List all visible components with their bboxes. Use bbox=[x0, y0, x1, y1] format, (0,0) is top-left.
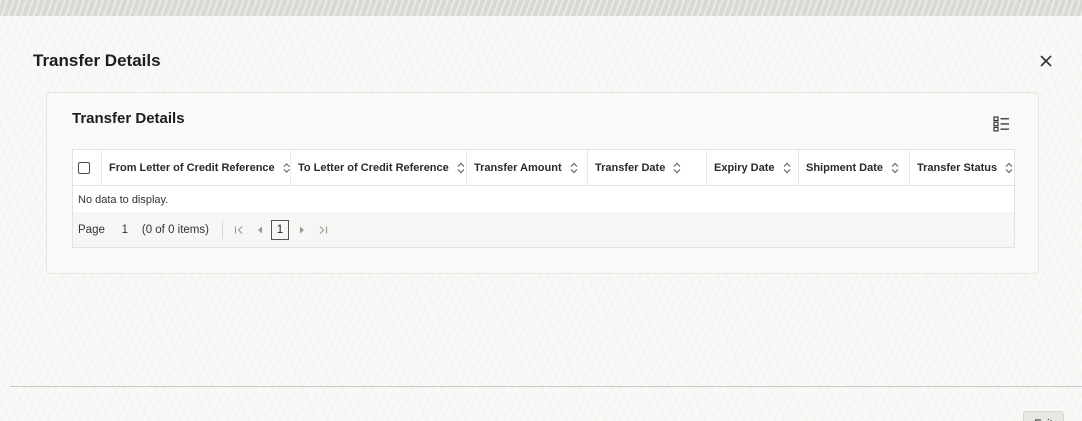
list-view-button[interactable] bbox=[993, 116, 1011, 132]
select-all-cell bbox=[73, 150, 102, 185]
column-header-transfer-date[interactable]: Transfer Date bbox=[588, 150, 707, 185]
page-label: Page bbox=[78, 223, 105, 236]
column-label: Transfer Status bbox=[917, 161, 998, 174]
first-page-icon bbox=[234, 225, 243, 234]
transfer-details-dialog: Transfer Details Transfer Details From L… bbox=[0, 16, 1082, 421]
dialog-title: Transfer Details bbox=[33, 51, 161, 70]
sort-icon bbox=[570, 162, 577, 173]
items-summary: (0 of 0 items) bbox=[141, 223, 209, 236]
transfer-details-table: From Letter of Credit Reference To Lette… bbox=[72, 149, 1015, 248]
page-number-button[interactable]: 1 bbox=[270, 219, 289, 240]
next-page-button[interactable] bbox=[297, 220, 307, 240]
column-label: Shipment Date bbox=[806, 161, 884, 174]
next-page-icon bbox=[299, 226, 304, 233]
column-header-transfer-amount[interactable]: Transfer Amount bbox=[467, 150, 588, 185]
exit-button[interactable]: Exit bbox=[1023, 411, 1064, 421]
column-header-shipment-date[interactable]: Shipment Date bbox=[799, 150, 910, 185]
sort-icon bbox=[457, 162, 465, 173]
footer-divider bbox=[10, 386, 1082, 387]
close-icon bbox=[1040, 55, 1052, 67]
column-label: To Letter of Credit Reference bbox=[298, 161, 449, 174]
transfer-details-section: Transfer Details From Letter of Credit R… bbox=[46, 92, 1039, 274]
list-view-icon bbox=[993, 116, 1009, 132]
table-header-row: From Letter of Credit Reference To Lette… bbox=[73, 150, 1014, 186]
last-page-icon bbox=[319, 225, 328, 234]
close-button[interactable] bbox=[1035, 50, 1057, 72]
column-label: Expiry Date bbox=[714, 161, 775, 174]
empty-table-message: No data to display. bbox=[78, 194, 169, 206]
sort-icon bbox=[673, 162, 681, 173]
top-banner bbox=[0, 0, 1082, 16]
first-page-button[interactable] bbox=[232, 220, 246, 240]
column-label: Transfer Amount bbox=[474, 161, 562, 174]
sort-icon bbox=[1005, 162, 1013, 173]
previous-page-icon bbox=[257, 226, 262, 233]
column-header-from-lc-reference[interactable]: From Letter of Credit Reference bbox=[102, 150, 291, 185]
previous-page-button[interactable] bbox=[255, 220, 265, 240]
column-header-expiry-date[interactable]: Expiry Date bbox=[707, 150, 799, 185]
sort-icon bbox=[783, 162, 790, 173]
pagination-bar: Page 1 (0 of 0 items) 1 bbox=[73, 212, 1014, 247]
column-label: Transfer Date bbox=[595, 161, 666, 174]
last-page-button[interactable] bbox=[316, 220, 330, 240]
section-title: Transfer Details bbox=[72, 110, 185, 127]
pager-divider bbox=[221, 220, 223, 239]
sort-icon bbox=[283, 162, 290, 173]
current-page-input[interactable]: 1 bbox=[114, 220, 136, 240]
column-label: From Letter of Credit Reference bbox=[109, 161, 275, 174]
select-all-checkbox[interactable] bbox=[78, 161, 90, 174]
column-header-to-lc-reference[interactable]: To Letter of Credit Reference bbox=[291, 150, 467, 185]
column-header-transfer-status[interactable]: Transfer Status bbox=[910, 150, 1014, 185]
sort-icon bbox=[891, 162, 899, 173]
